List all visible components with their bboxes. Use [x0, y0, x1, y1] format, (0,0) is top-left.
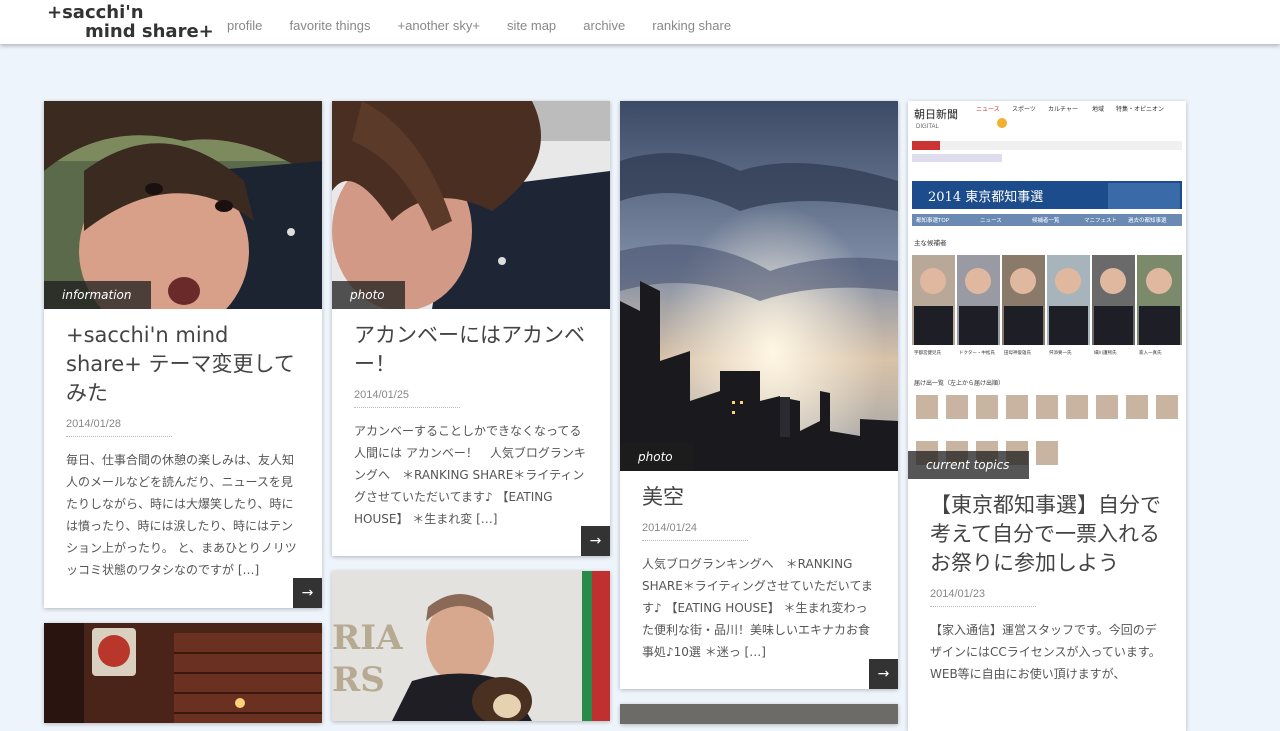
- news-tab-3: マニフェスト: [1084, 217, 1117, 224]
- candidate-name: 細川護熙氏: [1094, 349, 1117, 356]
- news-site-screenshot: 朝日新聞 DIGITAL ニュース スポーツ カルチャー 地域 特集・オピニオン…: [908, 101, 1186, 479]
- portrait-photo: [332, 101, 610, 309]
- post-date: 2014/01/23: [930, 588, 1036, 607]
- category-badge[interactable]: photo: [332, 281, 405, 309]
- post-card: [620, 704, 898, 724]
- news-nav-0: ニュース: [976, 106, 1000, 113]
- post-thumbnail[interactable]: information: [44, 101, 322, 309]
- news-tab-1: ニュース: [980, 217, 1002, 224]
- news-section-1: 主な候補者: [914, 238, 947, 247]
- post-card: RIA RS: [332, 571, 610, 721]
- category-badge[interactable]: photo: [620, 443, 693, 471]
- logo-line-2: mind share+: [85, 21, 214, 42]
- post-card: photo 美空 2014/01/24 人気ブログランキングへ ＊RANKING…: [620, 101, 898, 689]
- nav-favorite-things[interactable]: favorite things: [290, 18, 371, 33]
- post-title[interactable]: アカンベーにはアカンベー！: [354, 321, 588, 379]
- news-tab-4: 過去の都知事選: [1128, 216, 1167, 224]
- post-title[interactable]: +sacchi'n mind share+ テーマ変更してみた: [66, 321, 300, 408]
- news-banner: 2014 東京都知事選: [928, 189, 1043, 205]
- post-excerpt: 毎日、仕事合間の休憩の楽しみは、友人知人のメールなどを読んだり、ニュースを見たり…: [66, 453, 297, 577]
- paper-sub: DIGITAL: [916, 124, 940, 130]
- post-date: 2014/01/24: [642, 522, 748, 541]
- candidate-name: 田母神俊雄氏: [1004, 349, 1031, 356]
- logo-line-1: +sacchi'n: [47, 2, 144, 23]
- candidate-name: ドクター・中松氏: [959, 349, 995, 356]
- portrait-photo: [44, 101, 322, 309]
- nav-profile[interactable]: profile: [227, 18, 262, 33]
- candidate-name: 家入一真氏: [1139, 349, 1162, 356]
- post-thumbnail[interactable]: 朝日新聞 DIGITAL ニュース スポーツ カルチャー 地域 特集・オピニオン…: [908, 101, 1186, 479]
- post-thumbnail[interactable]: photo: [620, 101, 898, 471]
- post-title[interactable]: 【東京都知事選】自分で考えて自分で一票入れるお祭りに参加しよう: [930, 491, 1164, 578]
- nav-site-map[interactable]: site map: [507, 18, 556, 33]
- category-badge[interactable]: current topics: [908, 451, 1030, 479]
- nav-another-sky[interactable]: +another sky+: [398, 18, 480, 33]
- sky-photo: [620, 101, 898, 471]
- restaurant-photo: [44, 623, 322, 723]
- post-card: 朝日新聞 DIGITAL ニュース スポーツ カルチャー 地域 特集・オピニオン…: [908, 101, 1186, 731]
- post-title[interactable]: 美空: [642, 483, 876, 512]
- post-thumbnail[interactable]: [44, 623, 322, 723]
- news-tab-2: 候補者一覧: [1032, 216, 1060, 224]
- post-thumbnail[interactable]: RIA RS: [332, 571, 610, 721]
- news-nav-4: 特集・オピニオン: [1116, 105, 1164, 113]
- post-excerpt: 【家入通信】運営スタッフです。今回のデザインにはCCライセンスが入っています。W…: [930, 623, 1161, 681]
- svg-text:RIA: RIA: [332, 618, 403, 658]
- post-thumbnail[interactable]: photo: [332, 101, 610, 309]
- post-card: information +sacchi'n mind share+ テーマ変更し…: [44, 101, 322, 608]
- candidate-name: 宇都宮健児氏: [914, 349, 941, 356]
- post-card: photo アカンベーにはアカンベー！ 2014/01/25 アカンベーすること…: [332, 101, 610, 556]
- category-badge[interactable]: information: [44, 281, 152, 309]
- post-excerpt: アカンベーすることしかできなくなってる人間には アカンベー！ 人気ブログランキン…: [354, 424, 586, 526]
- main-nav: profile favorite things +another sky+ si…: [227, 15, 753, 34]
- news-nav-3: 地域: [1092, 105, 1104, 113]
- post-date: 2014/01/25: [354, 389, 460, 408]
- candidate-name: 舛添要一氏: [1049, 349, 1072, 356]
- read-more-button[interactable]: →: [293, 578, 322, 608]
- nav-archive[interactable]: archive: [583, 18, 625, 33]
- site-logo[interactable]: +sacchi'n mind share+: [47, 3, 214, 41]
- candidate-photos: [912, 255, 1182, 345]
- nav-ranking-share[interactable]: ranking share: [652, 18, 731, 33]
- news-nav-2: カルチャー: [1048, 106, 1078, 113]
- post-card: [44, 623, 322, 723]
- news-nav-1: スポーツ: [1012, 105, 1036, 113]
- post-date: 2014/01/28: [66, 418, 172, 437]
- news-section-2: 届け出一覧（左上から届け出順）: [914, 379, 1004, 387]
- read-more-button[interactable]: →: [869, 659, 898, 689]
- read-more-button[interactable]: →: [581, 526, 610, 556]
- post-thumbnail[interactable]: [620, 704, 898, 724]
- site-header: +sacchi'n mind share+ profile favorite t…: [0, 0, 1280, 44]
- post-excerpt: 人気ブログランキングへ ＊RANKING SHARE＊ライティングさせていただい…: [642, 557, 873, 659]
- paper-name: 朝日新聞: [914, 107, 958, 121]
- news-tab-0: 都知事選TOP: [916, 216, 950, 224]
- svg-text:RS: RS: [332, 660, 385, 700]
- man-with-dog-photo: RIA RS: [332, 571, 610, 721]
